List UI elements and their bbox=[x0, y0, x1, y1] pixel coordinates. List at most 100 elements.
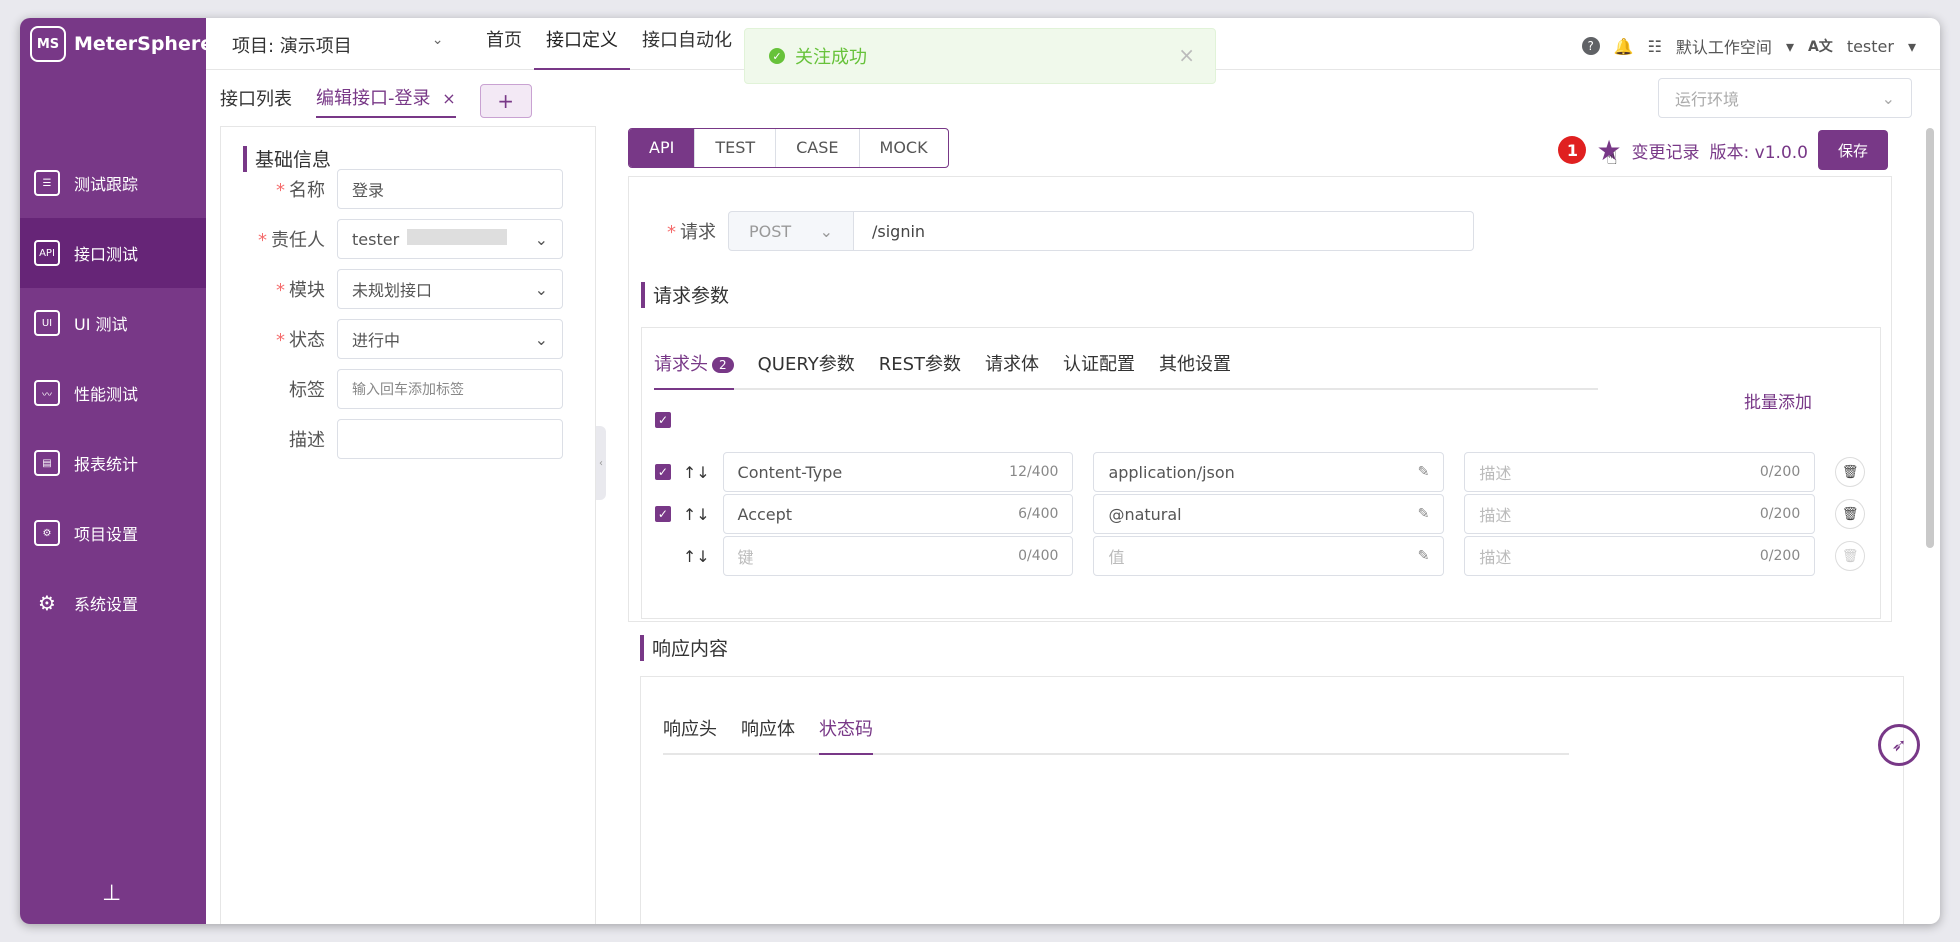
module-row: * 模块 未规划接口 ⌄ bbox=[221, 269, 597, 309]
tab-response-headers[interactable]: 响应头 bbox=[663, 715, 717, 753]
nav-api-definition[interactable]: 接口定义 bbox=[534, 18, 630, 70]
header-key-input[interactable]: Content-Type 12/400 bbox=[722, 452, 1074, 492]
language-icon[interactable]: A文 bbox=[1808, 36, 1833, 56]
tab-rest-params[interactable]: REST参数 bbox=[879, 350, 961, 388]
sidebar-item-api-test[interactable]: API 接口测试 bbox=[20, 218, 206, 288]
tab-headers[interactable]: 请求头 2 bbox=[654, 350, 734, 390]
star-icon[interactable]: ★ ☝ bbox=[1596, 134, 1621, 169]
key-text: Content-Type bbox=[737, 462, 843, 482]
reorder-arrows-icon[interactable]: ↑↓ bbox=[683, 463, 715, 482]
response-box: 响应头 响应体 状态码 bbox=[640, 676, 1904, 924]
header-desc-input[interactable]: 描述 0/200 bbox=[1464, 536, 1816, 576]
caret-down-icon: ▾ bbox=[1785, 36, 1794, 56]
tab-test[interactable]: TEST bbox=[694, 129, 775, 167]
ui-icon: UI bbox=[34, 310, 60, 336]
environment-select[interactable]: 运行环境 ⌄ bbox=[1658, 78, 1912, 118]
nav-home[interactable]: 首页 bbox=[474, 18, 534, 70]
reorder-arrows-icon[interactable]: ↑↓ bbox=[683, 547, 715, 566]
desc-placeholder: 描述 bbox=[1479, 506, 1512, 525]
edit-icon[interactable]: ✎ bbox=[1418, 506, 1430, 522]
version-label[interactable]: 版本: v1.0.0 bbox=[1710, 138, 1808, 163]
add-tab-button[interactable]: + bbox=[479, 84, 532, 118]
tab-case[interactable]: CASE bbox=[775, 129, 858, 167]
sidebar-item-ui-test[interactable]: UI UI 测试 bbox=[20, 288, 206, 358]
owner-label: 责任人 bbox=[271, 230, 325, 251]
project-name: 项目: 演示项目 bbox=[232, 36, 352, 57]
tag-row: 标签 输入回车添加标签 bbox=[221, 369, 597, 409]
header-count-badge: 2 bbox=[712, 357, 734, 373]
owner-select[interactable]: tester ⌄ bbox=[337, 219, 563, 259]
edit-icon[interactable]: ✎ bbox=[1418, 548, 1430, 564]
reorder-arrows-icon[interactable]: ↑↓ bbox=[683, 505, 715, 524]
nav-api-automation[interactable]: 接口自动化 bbox=[630, 18, 744, 70]
header-row: ✓ ↑↓ Content-Type 12/400 application/json… bbox=[655, 452, 1865, 492]
bell-icon[interactable]: 🔔 bbox=[1614, 37, 1634, 56]
response-tabs: 响应头 响应体 状态码 bbox=[663, 715, 1569, 755]
sidebar-item-performance[interactable]: 〰性能测试 bbox=[20, 358, 206, 428]
report-icon: ▤ bbox=[34, 450, 60, 476]
tab-request-body[interactable]: 请求体 bbox=[985, 350, 1039, 388]
collapse-handle[interactable]: ‹ bbox=[596, 426, 606, 500]
tab-status-code[interactable]: 状态码 bbox=[819, 715, 873, 755]
tab-auth-config[interactable]: 认证配置 bbox=[1063, 350, 1135, 388]
logo[interactable]: MS MeterSphere bbox=[30, 24, 213, 64]
header-desc-input[interactable]: 描述 0/200 bbox=[1464, 494, 1816, 534]
edit-icon[interactable]: ✎ bbox=[1418, 464, 1430, 480]
value-text: @natural bbox=[1108, 504, 1182, 524]
header-desc-input[interactable]: 描述 0/200 bbox=[1464, 452, 1816, 492]
name-input[interactable]: 登录 bbox=[337, 169, 563, 209]
sidebar-item-project-settings[interactable]: ⚙ 项目设置 bbox=[20, 498, 206, 568]
folder-settings-icon: ⚙ bbox=[34, 520, 60, 546]
delete-icon[interactable]: 🗑 bbox=[1835, 541, 1865, 571]
sidebar-item-test-tracking[interactable]: ☰ 测试跟踪 bbox=[20, 148, 206, 218]
tab-api[interactable]: API bbox=[629, 129, 695, 167]
delete-icon[interactable]: 🗑 bbox=[1835, 457, 1865, 487]
user-menu[interactable]: tester bbox=[1847, 37, 1894, 56]
project-selector[interactable]: 项目: 演示项目 ⌄ bbox=[232, 32, 444, 58]
close-icon[interactable]: × bbox=[1178, 43, 1195, 67]
row-checkbox[interactable]: ✓ bbox=[655, 506, 671, 522]
chevron-down-icon: ⌄ bbox=[1881, 88, 1895, 108]
mode-tabs: API TEST CASE MOCK bbox=[628, 128, 949, 168]
description-textarea[interactable] bbox=[337, 419, 563, 459]
tab-query-params[interactable]: QUERY参数 bbox=[758, 350, 855, 388]
help-icon[interactable]: ? bbox=[1581, 37, 1600, 55]
scrollbar[interactable] bbox=[1926, 128, 1934, 548]
tab-edit-login[interactable]: 编辑接口-登录 × bbox=[316, 84, 456, 118]
method-select[interactable]: POST ⌄ bbox=[728, 211, 854, 251]
batch-add-link[interactable]: 批量添加 bbox=[1744, 388, 1812, 413]
tab-response-body[interactable]: 响应体 bbox=[741, 715, 795, 753]
header-value-input[interactable]: 值 ✎ bbox=[1093, 536, 1445, 576]
tab-mock[interactable]: MOCK bbox=[858, 129, 948, 167]
basic-info-panel: 基础信息 * 名称 登录 * 责任人 tester ⌄ * 模块 未规划接口 ⌄ * 状态 … bbox=[220, 126, 596, 924]
pin-icon[interactable]: ⊥ bbox=[102, 881, 121, 906]
close-icon[interactable]: × bbox=[442, 89, 455, 108]
char-count: 0/400 bbox=[1018, 548, 1059, 564]
step-badge: 1 bbox=[1558, 136, 1587, 164]
sidebar-item-system-settings[interactable]: ⚙ 系统设置 bbox=[20, 568, 206, 638]
module-select[interactable]: 未规划接口 ⌄ bbox=[337, 269, 563, 309]
tag-input[interactable]: 输入回车添加标签 bbox=[337, 369, 563, 409]
compass-icon[interactable]: ➶ bbox=[1878, 724, 1920, 766]
header-key-input[interactable]: 键 0/400 bbox=[722, 536, 1074, 576]
save-button[interactable]: 保存 bbox=[1818, 130, 1888, 170]
tab-api-list[interactable]: 接口列表 bbox=[220, 85, 292, 117]
header-value-input[interactable]: @natural ✎ bbox=[1093, 494, 1445, 534]
request-params-title: 请求参数 bbox=[641, 281, 729, 308]
request-row: * 请求 POST ⌄ /signin bbox=[667, 211, 1474, 251]
api-icon: API bbox=[34, 240, 60, 266]
sidebar-item-report[interactable]: ▤ 报表统计 bbox=[20, 428, 206, 498]
tab-other-settings[interactable]: 其他设置 bbox=[1159, 350, 1231, 388]
select-all-checkbox[interactable]: ✓ bbox=[655, 412, 671, 428]
char-count: 12/400 bbox=[1009, 464, 1059, 480]
delete-icon[interactable]: 🗑 bbox=[1835, 499, 1865, 529]
checklist-icon[interactable]: ☷ bbox=[1648, 37, 1662, 56]
change-log-link[interactable]: 变更记录 bbox=[1632, 138, 1700, 163]
header-value-input[interactable]: application/json ✎ bbox=[1093, 452, 1445, 492]
workspace-selector[interactable]: 默认工作空间 bbox=[1676, 34, 1772, 58]
url-input[interactable]: /signin bbox=[854, 211, 1474, 251]
chevron-down-icon: ⌄ bbox=[534, 229, 548, 249]
status-select[interactable]: 进行中 ⌄ bbox=[337, 319, 563, 359]
header-key-input[interactable]: Accept 6/400 bbox=[722, 494, 1074, 534]
row-checkbox[interactable]: ✓ bbox=[655, 464, 671, 480]
